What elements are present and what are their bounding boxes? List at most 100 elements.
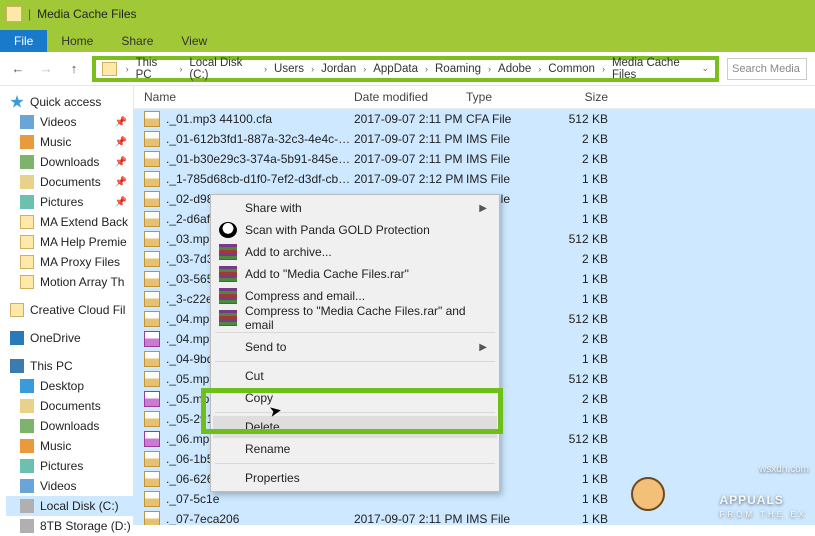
separator (215, 361, 495, 362)
file-name: ._1-785d68cb-d1f0-7ef2-d3df-cbe200000… (166, 172, 354, 186)
file-size: 512 KB (552, 432, 622, 446)
sidebar-item[interactable]: MA Proxy Files (6, 252, 133, 272)
label: Share with (245, 201, 302, 215)
file-tab[interactable]: File (0, 30, 47, 52)
sidebar-item[interactable]: MA Extend Back (6, 212, 133, 232)
chevron-right-icon[interactable]: › (123, 64, 132, 74)
tab-home[interactable]: Home (47, 30, 107, 52)
menu-compress-rar-email[interactable]: Compress to "Media Cache Files.rar" and … (213, 307, 497, 329)
file-icon (144, 171, 160, 187)
file-row[interactable]: ._1-785d68cb-d1f0-7ef2-d3df-cbe200000… 2… (134, 169, 815, 189)
crumb[interactable]: Local Disk (C:) (187, 57, 259, 81)
col-name[interactable]: Name (144, 90, 354, 104)
sidebar-item[interactable]: Videos (6, 476, 133, 496)
chevron-right-icon[interactable]: › (360, 64, 369, 74)
sidebar-item[interactable]: Videos📌 (6, 112, 133, 132)
menu-properties[interactable]: Properties (213, 467, 497, 489)
sidebar-item[interactable]: Local Disk (C:) (6, 496, 133, 516)
crumb[interactable]: Adobe (496, 63, 533, 75)
chevron-right-icon[interactable]: › (176, 64, 185, 74)
file-row[interactable]: ._01-b30e29c3-374a-5b91-845e-fd520000… 2… (134, 149, 815, 169)
file-icon (144, 411, 160, 427)
chevron-down-icon[interactable]: ⌄ (701, 63, 709, 74)
sidebar-item[interactable]: Music (6, 436, 133, 456)
back-button[interactable]: ← (8, 61, 28, 76)
menu-copy[interactable]: Copy (213, 387, 497, 409)
crumb[interactable]: Jordan (319, 63, 358, 75)
tab-view[interactable]: View (167, 30, 221, 52)
menu-add-rar[interactable]: Add to "Media Cache Files.rar" (213, 263, 497, 285)
sidebar-item[interactable]: Downloads📌 (6, 152, 133, 172)
menu-add-archive[interactable]: Add to archive... (213, 241, 497, 263)
crumb[interactable]: Roaming (433, 63, 483, 75)
file-icon (144, 251, 160, 267)
sidebar-item[interactable]: Downloads (6, 416, 133, 436)
crumb[interactable]: Users (272, 63, 306, 75)
crumb[interactable]: This PC (134, 57, 175, 81)
file-icon (144, 291, 160, 307)
file-size: 1 KB (552, 192, 622, 206)
chevron-right-icon[interactable]: › (485, 64, 494, 74)
forward-button[interactable]: → (36, 61, 56, 76)
file-size: 2 KB (552, 392, 622, 406)
crumb[interactable]: Common (546, 63, 597, 75)
column-headers: Name Date modified Type Size (134, 86, 815, 109)
label: Music (40, 135, 71, 149)
sidebar-item[interactable]: Pictures📌 (6, 192, 133, 212)
menu-cut[interactable]: Cut (213, 365, 497, 387)
menu-rename[interactable]: Rename (213, 438, 497, 460)
chevron-right-icon[interactable]: › (308, 64, 317, 74)
nav-tree: Quick access Videos📌Music📌Downloads📌Docu… (0, 86, 134, 525)
search-input[interactable]: Search Media C… (727, 58, 807, 80)
col-date[interactable]: Date modified (354, 90, 466, 104)
file-date: 2017-09-07 2:11 PM (354, 152, 466, 166)
item-icon (20, 195, 34, 209)
mascot-icon (631, 477, 665, 511)
chevron-right-icon[interactable]: › (422, 64, 431, 74)
sidebar-item[interactable]: 8TB Storage (D:) (6, 516, 133, 536)
menu-share-with[interactable]: Share with▶ (213, 197, 497, 219)
crumb[interactable]: AppData (371, 63, 420, 75)
menu-delete[interactable]: Delete (213, 416, 497, 438)
address-bar[interactable]: › This PC› Local Disk (C:)› Users› Jorda… (92, 56, 719, 82)
chevron-right-icon[interactable]: › (261, 64, 270, 74)
col-size[interactable]: Size (552, 90, 622, 104)
col-type[interactable]: Type (466, 90, 552, 104)
file-row[interactable]: ._07-7eca206 2017-09-07 2:11 PM IMS File… (134, 509, 815, 525)
file-row[interactable]: ._01.mp3 44100.cfa 2017-09-07 2:11 PM CF… (134, 109, 815, 129)
chevron-right-icon[interactable]: › (535, 64, 544, 74)
chevron-right-icon[interactable]: › (599, 64, 608, 74)
file-icon (144, 351, 160, 367)
sidebar-item[interactable]: Desktop (6, 376, 133, 396)
item-icon (20, 479, 34, 493)
file-row[interactable]: ._07-5c1e 1 KB (134, 489, 815, 509)
sidebar-item[interactable]: MA Help Premie (6, 232, 133, 252)
file-icon (144, 491, 160, 507)
this-pc[interactable]: This PC (6, 356, 133, 376)
label: Music (40, 439, 71, 453)
sidebar-item[interactable]: Documents (6, 396, 133, 416)
crumb[interactable]: Media Cache Files (610, 57, 700, 81)
onedrive[interactable]: OneDrive (6, 328, 133, 348)
label: 8TB Storage (D:) (40, 519, 131, 533)
label: Pictures (40, 459, 83, 473)
sidebar-item[interactable]: Music📌 (6, 132, 133, 152)
file-size: 1 KB (552, 292, 622, 306)
file-type: IMS File (466, 512, 552, 525)
creative-cloud[interactable]: Creative Cloud Fil (6, 300, 133, 320)
quick-access[interactable]: Quick access (6, 92, 133, 112)
titlebar: | Media Cache Files (0, 0, 815, 28)
up-button[interactable]: ↑ (64, 61, 84, 76)
sidebar-item[interactable]: Pictures (6, 456, 133, 476)
file-size: 1 KB (552, 352, 622, 366)
file-size: 512 KB (552, 372, 622, 386)
menu-scan-panda[interactable]: Scan with Panda GOLD Protection (213, 219, 497, 241)
tab-share[interactable]: Share (107, 30, 167, 52)
blank-icon (219, 419, 237, 435)
file-size: 2 KB (552, 252, 622, 266)
menu-send-to[interactable]: Send to▶ (213, 336, 497, 358)
sidebar-item[interactable]: Documents📌 (6, 172, 133, 192)
sidebar-item[interactable]: Motion Array Th (6, 272, 133, 292)
window-title: Media Cache Files (37, 7, 136, 21)
file-row[interactable]: ._01-612b3fd1-887a-32c3-4e4c-67ee0000… 2… (134, 129, 815, 149)
